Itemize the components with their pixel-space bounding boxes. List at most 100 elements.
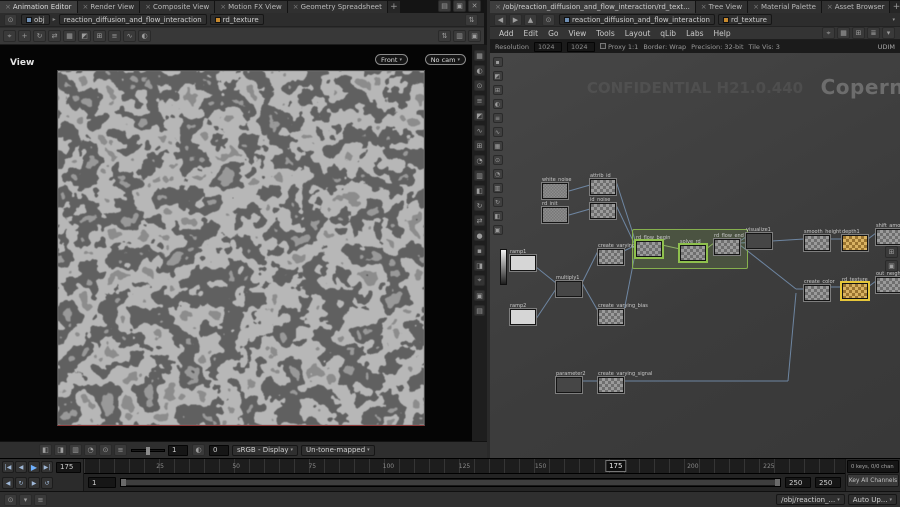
gamma-field[interactable]: 0 [209,445,229,456]
menu-go[interactable]: Go [543,29,563,38]
status-list-icon[interactable]: ≡ [34,494,47,506]
menu-add[interactable]: Add [494,29,519,38]
vp-panel-icon[interactable]: ▤ [474,305,485,316]
network-editor-canvas[interactable]: CONFIDENTIAL H21.0.440 Copern white_nois… [490,53,900,458]
net-grid-icon[interactable]: ▦ [837,27,850,39]
node-rd_flow_end[interactable]: rd_flow_end [714,233,742,255]
sync-views-icon[interactable]: ⇅ [438,30,451,42]
vp-rows-icon[interactable]: ▥ [474,170,485,181]
layout-icon[interactable]: ▥ [453,30,466,42]
vp-dot-icon[interactable]: ● [474,230,485,241]
range-start-field[interactable]: 1 [88,477,116,488]
menu-qlib[interactable]: qLib [655,29,681,38]
next-key-button[interactable]: ▶ [28,477,40,489]
path-root-chip[interactable]: obj [21,14,50,25]
tab-close-icon[interactable]: × [753,3,759,11]
net-badge-icon-10[interactable]: ▥ [493,183,503,193]
pin-icon[interactable]: ⊙ [542,14,555,26]
vp-clock-icon[interactable]: ◔ [474,155,485,166]
vp-target-icon[interactable]: ⌖ [474,275,485,286]
menu-labs[interactable]: Labs [681,29,708,38]
vp-inspect-icon[interactable]: ⊙ [474,80,485,91]
resolution-y-field[interactable]: 1024 [567,42,595,52]
image-viewport[interactable]: View Front ▾ No cam ▾ [0,45,472,441]
node-rd_flow_begin[interactable]: rd_flow_begin [636,235,664,257]
current-frame-field[interactable]: 175 [56,462,81,473]
inspect-icon[interactable]: ⊙ [99,444,112,456]
vp-box-icon[interactable]: ▣ [474,290,485,301]
add-tab-button[interactable]: + [388,1,400,13]
prev-key-button[interactable]: ◀ [2,477,14,489]
path-history-icon[interactable]: ⇅ [465,14,478,26]
net-zoom-icon[interactable]: ⊞ [885,246,898,258]
resolution-x-field[interactable]: 1024 [534,42,562,52]
rotate-view-icon[interactable]: ↻ [33,30,46,42]
net-badge-icon-6[interactable]: ∿ [493,127,503,137]
net-badge-icon-1[interactable]: ▪ [493,57,503,67]
proxy-toggle[interactable]: Proxy 1:1 [600,43,638,51]
play-reverse-button[interactable]: ◀ [15,461,27,473]
border-mode[interactable]: Border: Wrap [643,43,686,51]
net-badge-icon-2[interactable]: ◩ [493,71,503,81]
tab-close-icon[interactable]: × [145,3,151,11]
add-node-icon[interactable]: + [18,30,31,42]
vp-refresh-icon[interactable]: ↻ [474,200,485,211]
channels-icon[interactable]: ▥ [69,444,82,456]
exposure-field[interactable]: 1 [168,445,188,456]
node-create_varying_signal[interactable]: create_varying_signal [598,371,626,393]
node-out_height[interactable]: out_height [876,271,900,293]
global-end-field[interactable]: 250 [815,477,841,488]
net-path-node-chip[interactable]: reaction_diffusion_and_flow_interaction [559,14,715,25]
tonemap-menu[interactable]: Un-tone-mapped ▾ [301,445,375,456]
pane-maximize-icon[interactable]: ▣ [453,0,466,12]
slider-knob[interactable] [146,447,150,455]
snapshot-icon[interactable]: ◧ [39,444,52,456]
node-create_varying_bias[interactable]: create_varying_bias [598,303,626,325]
display-options-icon[interactable]: ≡ [108,30,121,42]
path-node-chip[interactable]: reaction_diffusion_and_flow_interaction [59,14,207,25]
playhead-marker[interactable]: 175 [605,460,626,472]
range-handle-right[interactable] [775,479,780,486]
range-end-field[interactable]: 250 [785,477,811,488]
net-badge-icon-7[interactable]: ▦ [493,141,503,151]
net-badge-icon-13[interactable]: ▣ [493,225,503,235]
curve-icon[interactable]: ∿ [123,30,136,42]
vp-half-icon[interactable]: ◧ [474,185,485,196]
pane-split-icon[interactable]: ▤ [438,0,451,12]
expand-icon[interactable]: ▣ [468,30,481,42]
node-ramp1[interactable]: ramp1 [510,249,538,271]
menu-edit[interactable]: Edit [519,29,544,38]
node-rd_texture[interactable]: rd_texture [842,277,870,299]
net-badge-icon-12[interactable]: ◧ [493,211,503,221]
add-tab-button[interactable]: + [890,1,900,13]
vp-right-icon[interactable]: ◨ [474,260,485,271]
checkbox-icon[interactable] [600,43,606,49]
loop-mode-icon[interactable]: ↺ [41,477,53,489]
udim-toggle[interactable]: UDIM [878,43,895,51]
pane-close-icon[interactable]: ✕ [468,0,481,12]
vp-shade-icon[interactable]: ◩ [474,110,485,121]
back-icon[interactable]: ◀ [494,14,507,26]
grid-snap-icon[interactable]: ▦ [63,30,76,42]
jump-end-button[interactable]: ▶| [41,461,53,473]
net-list-icon[interactable]: ≣ [867,27,880,39]
pane-tab[interactable]: ×Composite View [140,1,215,13]
net-fit-icon[interactable]: ▣ [885,260,898,272]
chevron-down-icon[interactable]: ▾ [892,17,895,23]
net-badge-icon-5[interactable]: ≡ [493,113,503,123]
net-path-leaf-chip[interactable]: rd_texture [718,14,772,25]
pane-tab[interactable]: ×Material Palette [748,1,822,13]
exposure-icon[interactable]: ◐ [138,30,151,42]
vp-options-icon[interactable]: ≡ [474,95,485,106]
net-tile-icon[interactable]: ⊞ [852,27,865,39]
jump-start-button[interactable]: |◀ [2,461,14,473]
vp-curve-icon[interactable]: ∿ [474,125,485,136]
colorspace-menu[interactable]: sRGB - Display ▾ [232,445,298,456]
vp-exposure-icon[interactable]: ◐ [474,65,485,76]
menu-layout[interactable]: Layout [620,29,656,38]
node-solve_rd[interactable]: solve_rd [680,239,708,261]
vp-mark-icon[interactable]: ▪ [474,245,485,256]
pane-tab[interactable]: ×Render View [78,1,141,13]
status-update-icon[interactable]: ⊙ [4,494,17,506]
status-menu-icon[interactable]: ▾ [19,494,32,506]
